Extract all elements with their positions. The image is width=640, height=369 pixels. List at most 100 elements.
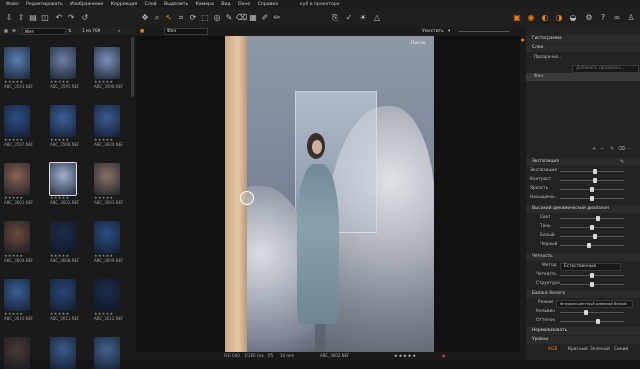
thumbnail-item[interactable]: ★★★★★ ABC_3604.NEF — [4, 221, 33, 263]
channel-tab-blue[interactable]: Синий — [614, 346, 628, 354]
exposure-tab-icon[interactable]: ◒ — [568, 13, 578, 23]
menu-help[interactable]: Справка — [258, 2, 278, 7]
import-icon[interactable]: ⇩ — [4, 13, 14, 23]
slider-knob[interactable] — [596, 216, 601, 221]
thumbnail-item[interactable]: ★★★★★ ABC_3595.NEF — [50, 47, 79, 89]
layer-brush-icon[interactable]: ✎ — [610, 145, 614, 153]
thumbnail-item[interactable]: ★★★★★ ABC_3601.NEF — [4, 163, 33, 205]
keystone-icon[interactable]: ⬚ — [200, 13, 210, 23]
slider-knob[interactable] — [593, 169, 598, 174]
adjust-slider[interactable] — [560, 310, 624, 315]
thumbnail-item[interactable]: ★★★★★ ABC_3600.NEF — [94, 105, 123, 147]
slider-knob[interactable] — [590, 282, 594, 287]
clarity-section-header[interactable]: Четкость — [526, 253, 640, 261]
adjust-slider[interactable] — [560, 234, 624, 239]
menu-view[interactable]: Вид — [221, 2, 230, 7]
search-icon[interactable]: ⌕ — [118, 27, 120, 35]
adjust-slider[interactable] — [560, 169, 624, 174]
slider-knob[interactable] — [590, 273, 594, 278]
grid-icon[interactable]: ▦ — [4, 27, 8, 35]
wb-mode-select[interactable]: Флуоресцентный дневной белый — [556, 299, 633, 308]
zoom-chevron-icon[interactable]: ▾ — [448, 27, 450, 36]
menu-window[interactable]: Окно — [238, 2, 250, 7]
color-tag-icon[interactable]: ● — [442, 352, 446, 360]
adjust-slider[interactable] — [560, 273, 624, 278]
adjust-slider[interactable] — [560, 282, 624, 287]
slider-knob[interactable] — [586, 243, 591, 248]
add-opacity-field[interactable]: Добавить прозрачн... — [572, 64, 639, 73]
thumbnail-item[interactable]: ★★★★★ ABC_3612.NEF — [94, 279, 123, 321]
print-icon[interactable]: ▤ — [28, 13, 38, 23]
clarity-method-select[interactable]: Естественный — [560, 262, 621, 271]
slider-knob[interactable] — [593, 234, 598, 239]
exposure-section-header[interactable]: Экспозиция ✎ — [526, 158, 640, 166]
crop-icon[interactable]: ⌗ — [176, 13, 186, 23]
undo-icon[interactable]: ↶ — [54, 13, 64, 23]
menu-layer[interactable]: Слой — [145, 2, 157, 7]
eraser-icon[interactable]: ⌫ — [236, 13, 247, 23]
person-icon[interactable]: ♙ — [626, 13, 636, 23]
adjust-slider[interactable] — [560, 196, 624, 201]
tab-dot-icon[interactable]: ● — [521, 37, 525, 42]
brush-icon[interactable]: ✎ — [224, 13, 234, 23]
channel-tab-red[interactable]: Красный — [568, 346, 588, 354]
channel-tab-rgb[interactable]: RGB — [548, 346, 557, 354]
slider-knob[interactable] — [590, 225, 594, 230]
reset-icon[interactable]: ↺ — [80, 13, 90, 23]
adjust-slider[interactable] — [560, 225, 624, 230]
levels-section-header[interactable]: Уровни — [526, 336, 640, 344]
pan-icon[interactable]: ✥ — [140, 13, 150, 23]
list-icon[interactable]: ☰ — [12, 27, 16, 35]
thumbnail-item[interactable]: ★★★★★ ABC_3602.NEF — [49, 162, 79, 205]
adjust-slider[interactable] — [560, 178, 624, 183]
thumbnail-item[interactable]: ★★★★★ ABC_3611.NEF — [50, 279, 79, 321]
histogram-section-header[interactable]: Гистограмма — [526, 35, 640, 43]
help-icon[interactable]: ? — [598, 13, 608, 23]
thumbnail-item[interactable]: ★★★★★ ABC_3597.NEF — [4, 105, 33, 147]
main-photo[interactable]: После — [225, 36, 434, 354]
menu-edit[interactable]: Редактировать — [26, 2, 63, 7]
thumbnail-item[interactable]: ★★★★★ ABC_3598.NEF — [50, 105, 79, 147]
layer-eraser-icon[interactable]: ⌫ — [618, 145, 625, 153]
menu-select[interactable]: Выделить — [164, 2, 188, 7]
lens-icon[interactable]: ◐ — [540, 13, 550, 23]
thumbnail-item[interactable]: ★★★★★ ABC_3608.NEF — [50, 221, 79, 263]
annotate-icon[interactable]: ✏ — [272, 13, 282, 23]
color-icon[interactable]: ◑ — [554, 13, 564, 23]
picker-icon[interactable]: ✐ — [260, 13, 270, 23]
cursor-icon[interactable]: ↖ — [164, 13, 174, 23]
slider-knob[interactable] — [590, 187, 594, 192]
remove-layer-icon[interactable]: − — [600, 145, 604, 153]
zoom-label[interactable]: Уместить — [422, 27, 444, 36]
menu-file[interactable]: Файл — [6, 2, 19, 7]
thumbnail-item[interactable] — [94, 337, 120, 369]
redo-icon[interactable]: ↷ — [66, 13, 76, 23]
settings-icon[interactable]: ⚙ — [584, 13, 594, 23]
slider-knob[interactable] — [590, 196, 594, 201]
adjust-slider[interactable] — [560, 216, 624, 221]
thumbnail-item[interactable] — [50, 337, 76, 369]
layers-section-header[interactable]: Слои — [526, 44, 640, 52]
brightness-icon[interactable]: ☀ — [358, 13, 368, 23]
menu-image[interactable]: Изображение — [70, 2, 103, 7]
capture-icon[interactable]: ◉ — [526, 13, 536, 23]
export-icon[interactable]: ⇧ — [16, 13, 26, 23]
adjust-slider[interactable] — [560, 319, 624, 324]
adjust-slider[interactable] — [560, 187, 624, 192]
thumbnail-item[interactable]: ★★★★★ ABC_3610.NEF — [4, 279, 33, 321]
variant-icon[interactable]: ■ — [140, 27, 144, 36]
layer-menu-icon[interactable]: ⋯ — [626, 145, 631, 153]
warning-icon[interactable]: △ — [372, 13, 382, 23]
adjust-slider[interactable] — [560, 243, 624, 248]
gradient-icon[interactable]: ▦ — [248, 13, 258, 23]
zoom-icon[interactable]: ⌕ — [152, 13, 162, 23]
add-layer-icon[interactable]: + — [592, 145, 596, 153]
slider-knob[interactable] — [596, 319, 601, 324]
sort-select[interactable]: Имя — [22, 28, 66, 35]
slider-knob[interactable] — [593, 178, 598, 183]
copy-adjust-icon[interactable]: ⎘ — [330, 13, 340, 23]
menu-adjust[interactable]: Коррекция — [111, 2, 137, 7]
library-icon[interactable]: ▣ — [512, 13, 522, 23]
thumbnail-item[interactable]: ★★★★★ ABC_3603.NEF — [94, 163, 123, 205]
menu-camera[interactable]: Камера — [196, 2, 214, 7]
